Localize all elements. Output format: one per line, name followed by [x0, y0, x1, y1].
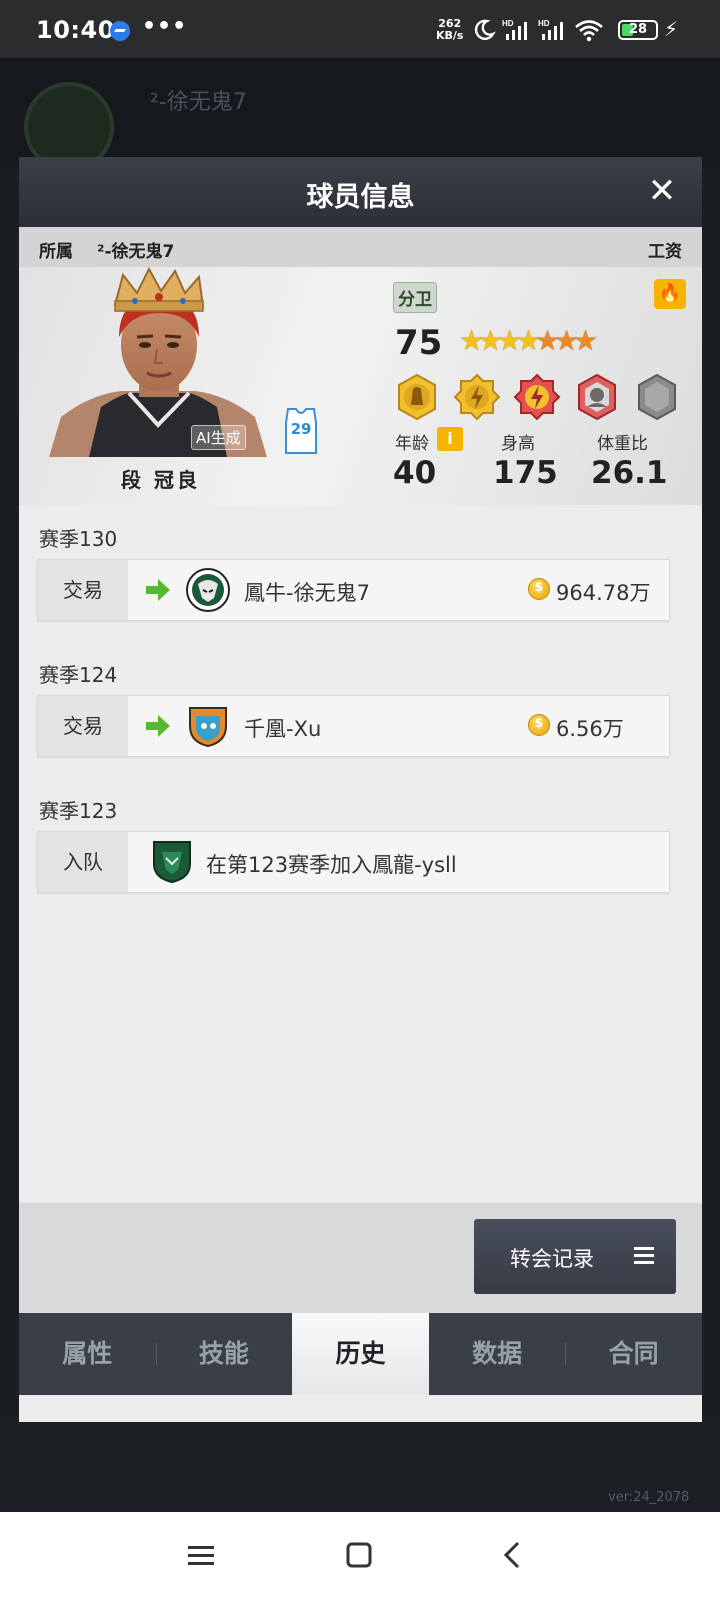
- affiliation-row: 所属 ²-徐无鬼7 工资: [19, 227, 702, 267]
- gold-player-badge-icon[interactable]: [393, 373, 441, 421]
- star-icon: ★: [554, 324, 580, 357]
- fire-icon[interactable]: 🔥: [654, 279, 686, 309]
- status-icons: HD HD: [472, 18, 604, 42]
- red-head-badge-icon[interactable]: [573, 373, 621, 421]
- moon-icon: [474, 19, 496, 40]
- version-label: ver:24_2078: [608, 1490, 690, 1505]
- red-lightning-badge-icon[interactable]: [513, 373, 561, 421]
- tab-bar: 属性 技能 历史 数据 合同: [19, 1313, 702, 1395]
- net-speed-unit: KB/s: [436, 29, 464, 42]
- signal-hd-icon: HD: [502, 19, 527, 40]
- battery-icon: 28: [618, 20, 658, 40]
- tab-contract[interactable]: 合同: [565, 1313, 702, 1395]
- charging-icon: ⚡: [664, 17, 679, 41]
- player-name: 段 冠良: [121, 468, 200, 492]
- star-rating: ★ ★ ★ ★ ★ ★ ★: [459, 324, 599, 357]
- jersey-number: 29: [290, 420, 312, 438]
- transfer-record-button[interactable]: 转会记录: [474, 1219, 676, 1294]
- history-record[interactable]: 入队 在第123赛季加入鳳龍-ysll: [37, 831, 670, 893]
- height-label: 身高: [501, 434, 535, 454]
- ai-generated-badge: AI生成: [191, 425, 246, 450]
- wifi-icon: [575, 20, 603, 42]
- team-name: 千凰-Xu: [244, 717, 322, 741]
- star-icon: ★: [535, 324, 561, 357]
- tab-skills[interactable]: 技能: [155, 1313, 293, 1395]
- coin-icon: [528, 578, 550, 600]
- signal-hd-2-icon: HD: [538, 19, 563, 40]
- close-button[interactable]: ✕: [642, 171, 682, 211]
- background-team-name: ²-徐无鬼7: [150, 90, 247, 115]
- join-text: 在第123赛季加入鳳龍-ysll: [206, 853, 457, 877]
- gray-locked-badge-icon[interactable]: [633, 373, 681, 421]
- height-value: 175: [493, 455, 558, 491]
- status-time: 10:40: [36, 16, 115, 44]
- messenger-icon: [110, 21, 130, 41]
- position-badge: 分卫: [393, 282, 437, 313]
- status-bar: 10:40 ••• 262 KB/s HD HD 28 ⚡: [0, 0, 720, 58]
- back-icon[interactable]: [498, 1540, 528, 1570]
- arrow-right-icon: [146, 579, 170, 601]
- star-icon: ★: [516, 324, 542, 357]
- player-info-modal: 球员信息 ✕ 所属 ²-徐无鬼7 工资 AI生成 29 段 冠良 分卫 🔥 75…: [19, 157, 702, 1422]
- tab-stats[interactable]: 数据: [429, 1313, 566, 1395]
- record-type: 交易: [38, 560, 128, 620]
- affiliation-label: 所属: [39, 242, 73, 262]
- modal-header: 球员信息 ✕: [19, 157, 702, 227]
- tab-history[interactable]: 历史: [292, 1313, 429, 1395]
- record-type: 入队: [38, 832, 128, 892]
- dragon-logo-icon: [153, 841, 191, 884]
- recent-apps-icon[interactable]: [186, 1540, 216, 1570]
- star-icon: ★: [573, 324, 599, 357]
- star-icon: ★: [459, 324, 485, 357]
- battery-level: 28: [628, 22, 648, 37]
- season-label: 赛季124: [39, 663, 118, 687]
- history-record[interactable]: 交易 千凰-Xu 6.56万: [37, 695, 670, 757]
- season-label: 赛季130: [39, 527, 118, 551]
- star-icon: ★: [478, 324, 504, 357]
- info-icon[interactable]: i: [437, 427, 463, 451]
- modal-title: 球员信息: [306, 182, 415, 213]
- svg-text:HD: HD: [538, 19, 550, 28]
- transfer-amount: 6.56万: [556, 717, 624, 741]
- season-label: 赛季123: [39, 799, 118, 823]
- team-name: 鳳牛-徐无鬼7: [244, 581, 370, 605]
- player-rating: 75: [395, 323, 443, 363]
- transfer-record-label: 转会记录: [510, 1247, 594, 1271]
- svg-text:HD: HD: [502, 19, 514, 28]
- age-value: 40: [393, 455, 437, 491]
- weight-ratio-label: 体重比: [597, 434, 648, 454]
- affiliation-team[interactable]: ²-徐无鬼7: [97, 237, 174, 262]
- player-card: AI生成 29 段 冠良 分卫 🔥 75 ★ ★ ★ ★ ★ ★ ★ 年龄 i 40 身高 …: [19, 267, 702, 505]
- star-icon: ★: [497, 324, 523, 357]
- transfer-amount: 964.78万: [556, 581, 651, 605]
- weight-ratio-value: 26.1: [591, 455, 668, 491]
- home-icon[interactable]: [344, 1540, 374, 1570]
- salary-label: 工资: [648, 242, 682, 262]
- gold-lightning-badge-icon[interactable]: [453, 373, 501, 421]
- skill-badges: [393, 373, 681, 421]
- age-label: 年龄: [395, 434, 429, 454]
- shield-logo-icon: [189, 707, 227, 748]
- record-type: 交易: [38, 696, 128, 756]
- bull-logo-icon: [186, 568, 230, 612]
- tab-attributes[interactable]: 属性: [19, 1313, 156, 1395]
- more-notifications-icon: •••: [142, 14, 188, 39]
- net-speed: 262 KB/s: [436, 18, 463, 42]
- system-nav-bar: [0, 1512, 720, 1600]
- coin-icon: [528, 714, 550, 736]
- arrow-right-icon: [146, 715, 170, 737]
- history-record[interactable]: 交易 鳳牛-徐无鬼7 964.78万: [37, 559, 670, 621]
- menu-icon: [634, 1247, 654, 1264]
